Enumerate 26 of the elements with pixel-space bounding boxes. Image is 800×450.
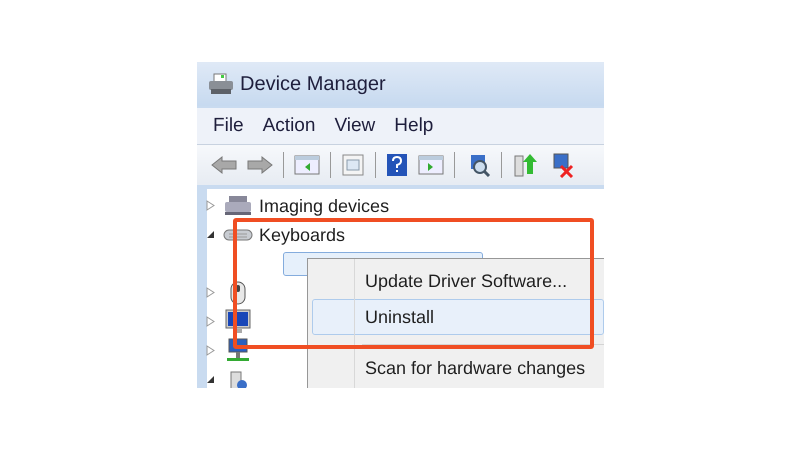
window-title: Device Manager [240, 72, 386, 97]
back-arrow-icon[interactable] [211, 155, 237, 175]
tree-item[interactable]: Keyboards [259, 226, 346, 244]
collapsed-triangle-icon[interactable] [206, 316, 214, 327]
printer-icon [208, 73, 234, 95]
window-panel-icon[interactable] [418, 154, 444, 176]
collapsed-triangle-icon[interactable] [206, 287, 214, 298]
expanded-triangle-icon[interactable] [206, 375, 214, 384]
collapsed-triangle-icon[interactable] [206, 345, 214, 356]
help-icon[interactable] [386, 153, 408, 177]
menu-option[interactable]: Scan for hardware changes [312, 353, 604, 383]
menu-option[interactable]: Uninstall [312, 299, 604, 335]
expanded-triangle-icon[interactable] [206, 230, 214, 239]
tree-item[interactable]: Imaging devices [259, 196, 390, 214]
menu-option[interactable]: Update Driver Software... [312, 263, 604, 299]
network-icon [225, 338, 251, 364]
window-panel-icon[interactable] [294, 154, 320, 176]
menu-item[interactable]: Help [394, 112, 434, 140]
menu-item[interactable]: View [334, 112, 376, 140]
menu-item[interactable]: Action [262, 112, 316, 140]
scanner-icon [223, 194, 253, 216]
update-driver-icon[interactable] [512, 152, 538, 178]
properties-icon[interactable] [341, 153, 365, 177]
menu-item[interactable]: File [213, 112, 244, 140]
collapsed-triangle-icon[interactable] [206, 200, 214, 211]
forward-arrow-icon[interactable] [247, 155, 273, 175]
